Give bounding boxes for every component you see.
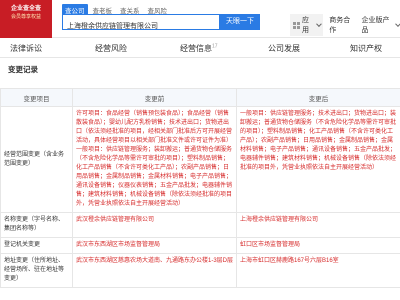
promo-line2: 会员尊享权益 bbox=[10, 14, 41, 20]
cell-before: 武汉橙余供应链管理有限公司 bbox=[72, 212, 237, 238]
nav-business-label: 商务合作 bbox=[329, 17, 351, 34]
table-row: 登记机关变更 武汉市东西湖区市场监督管理局 虹口区市场监督管理局 bbox=[0, 237, 400, 254]
nav-enterprise[interactable]: 企业版产品 bbox=[362, 15, 400, 35]
top-bar: 企业查全查 会员尊享权益 查公司 查老板 查关系 查风险 天眼一下 应用 商务合… bbox=[0, 0, 400, 38]
cell-after: 虹口区市场监督管理局 bbox=[236, 237, 400, 254]
header-nav: 应用 商务合作 企业版产品 bbox=[290, 14, 400, 36]
cell-after: 一般项目：供应链管理服务；技术进出口；货物进出口；装卸搬运；普通货物仓储服务（不… bbox=[236, 106, 400, 213]
search-button[interactable]: 天眼一下 bbox=[220, 14, 260, 30]
cell-before: 许可项目：食品经营（销售预包装食品）；食品经营（销售散装食品）；婴幼儿配方乳粉销… bbox=[72, 106, 237, 213]
tab-risk[interactable]: 经营风险 bbox=[95, 43, 127, 54]
tab-operation[interactable]: 经营信息17 bbox=[180, 43, 218, 54]
col-header-before: 变更前 bbox=[72, 88, 237, 107]
chevron-down-icon bbox=[395, 21, 400, 27]
cell-item: 登记机关变更 bbox=[0, 237, 73, 254]
col-header-after: 变更后 bbox=[236, 88, 400, 107]
change-record-table: 变更项目 变更前 变更后 经营范围变更（含业务范围变更） 许可项目：食品经营（销… bbox=[0, 88, 400, 288]
col-header-item: 变更项目 bbox=[0, 88, 73, 107]
dimension-tabs: 法律诉讼 经营风险 经营信息17 公司发展 知识产权 bbox=[0, 38, 400, 58]
nav-app[interactable]: 应用 bbox=[290, 14, 324, 36]
tab-legal[interactable]: 法律诉讼 bbox=[10, 43, 42, 54]
cell-after: 上海橙余供应链管理有限公司 bbox=[236, 212, 400, 238]
cell-after: 上海市虹口区赫鹿路167号六层B16室 bbox=[236, 253, 400, 288]
table-header-row: 变更项目 变更前 变更后 bbox=[0, 88, 400, 107]
cell-item: 地址变更（住所地址、经营场所、驻在地址等变更） bbox=[0, 253, 73, 288]
section-title: 变更记录 bbox=[8, 65, 38, 74]
search-input[interactable] bbox=[63, 19, 219, 33]
promo-banner[interactable]: 企业查全查 会员尊享权益 bbox=[0, 0, 52, 38]
cell-before: 武汉市东西湖区慈惠农场大道南、九通路东办公楼1-3层D层 bbox=[72, 253, 237, 288]
nav-enterprise-label: 企业版产品 bbox=[361, 17, 390, 34]
nav-business[interactable]: 商务合作 bbox=[329, 15, 355, 35]
tab-ip[interactable]: 知识产权 bbox=[350, 43, 382, 54]
cell-before: 武汉市东西湖区市场监督管理局 bbox=[72, 237, 237, 254]
table-row: 经营范围变更（含业务范围变更） 许可项目：食品经营（销售预包装食品）；食品经营（… bbox=[0, 106, 400, 213]
nav-app-label: 应用 bbox=[302, 17, 309, 34]
cell-item: 经营范围变更（含业务范围变更） bbox=[0, 106, 73, 213]
table-row: 名称变更（字号名称、集团名称等） 武汉橙余供应链管理有限公司 上海橙余供应链管理… bbox=[0, 212, 400, 238]
cell-item: 名称变更（字号名称、集团名称等） bbox=[0, 212, 73, 238]
search-box bbox=[62, 14, 220, 33]
grid-icon bbox=[293, 21, 300, 29]
chevron-down-icon bbox=[315, 21, 322, 27]
table-row: 地址变更（住所地址、经营场所、驻在地址等变更） 武汉市东西湖区慈惠农场大道南、九… bbox=[0, 253, 400, 288]
tab-development[interactable]: 公司发展 bbox=[268, 43, 300, 54]
promo-line1: 企业查全查 bbox=[10, 6, 41, 12]
tab-count: 17 bbox=[212, 43, 218, 50]
